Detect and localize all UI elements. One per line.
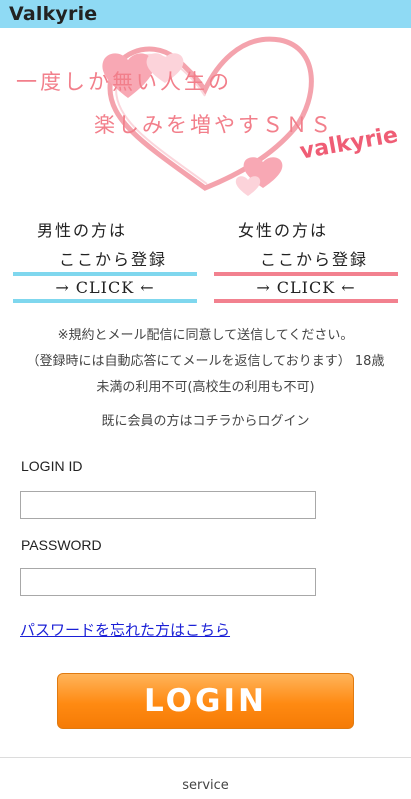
- registration-section: 男性の方は ここから登録 → CLICK ← 女性の方は ここから登録 → CL…: [0, 218, 411, 308]
- female-label: 女性の方は: [238, 221, 329, 240]
- male-register-here: ここから登録: [58, 250, 167, 269]
- hero-banner: 一度しか無い人生の 楽しみを増やすＳＮＳ valkyrie: [0, 28, 411, 200]
- female-register-button[interactable]: 女性の方は ここから登録 → CLICK ←: [214, 218, 398, 303]
- login-id-label: LOGIN ID: [21, 458, 83, 474]
- header-bar: Valkyrie: [0, 0, 411, 28]
- notice-line-3: 未満の利用不可(高校生の利用も不可): [96, 380, 315, 395]
- notice-line-1: ※規約とメール配信に同意して送信してください。: [57, 328, 354, 343]
- login-id-input[interactable]: [20, 491, 316, 519]
- login-button[interactable]: LOGIN: [57, 673, 354, 729]
- site-title[interactable]: Valkyrie: [9, 3, 97, 25]
- female-register-here: ここから登録: [259, 250, 368, 269]
- footer-divider: [0, 757, 411, 758]
- male-label: 男性の方は: [37, 221, 128, 240]
- hero-tagline-2: 楽しみを増やすＳＮＳ: [94, 113, 334, 137]
- male-bar-bottom: [13, 299, 197, 303]
- terms-notice: ※規約とメール配信に同意して送信してください。 （登録時には自動応答にてメールを…: [0, 323, 411, 401]
- light-heart-icon-2: [235, 176, 261, 196]
- hero-tagline-1: 一度しか無い人生の: [16, 70, 232, 94]
- existing-member-text: 既に会員の方はコチラからログイン: [101, 414, 310, 429]
- login-button-label: LOGIN: [144, 683, 267, 719]
- forgot-password-link[interactable]: パスワードを忘れた方はこちら: [20, 619, 230, 640]
- female-bar-bottom: [214, 299, 398, 303]
- footer-service-link[interactable]: service: [0, 778, 411, 793]
- female-click-text: → CLICK ←: [256, 278, 356, 297]
- password-label: PASSWORD: [21, 537, 102, 553]
- male-register-button[interactable]: 男性の方は ここから登録 → CLICK ←: [13, 218, 197, 303]
- notice-line-2: （登録時には自動応答にてメールを返信しております） 18歳: [26, 354, 385, 369]
- male-click-text: → CLICK ←: [55, 278, 155, 297]
- password-input[interactable]: [20, 568, 316, 596]
